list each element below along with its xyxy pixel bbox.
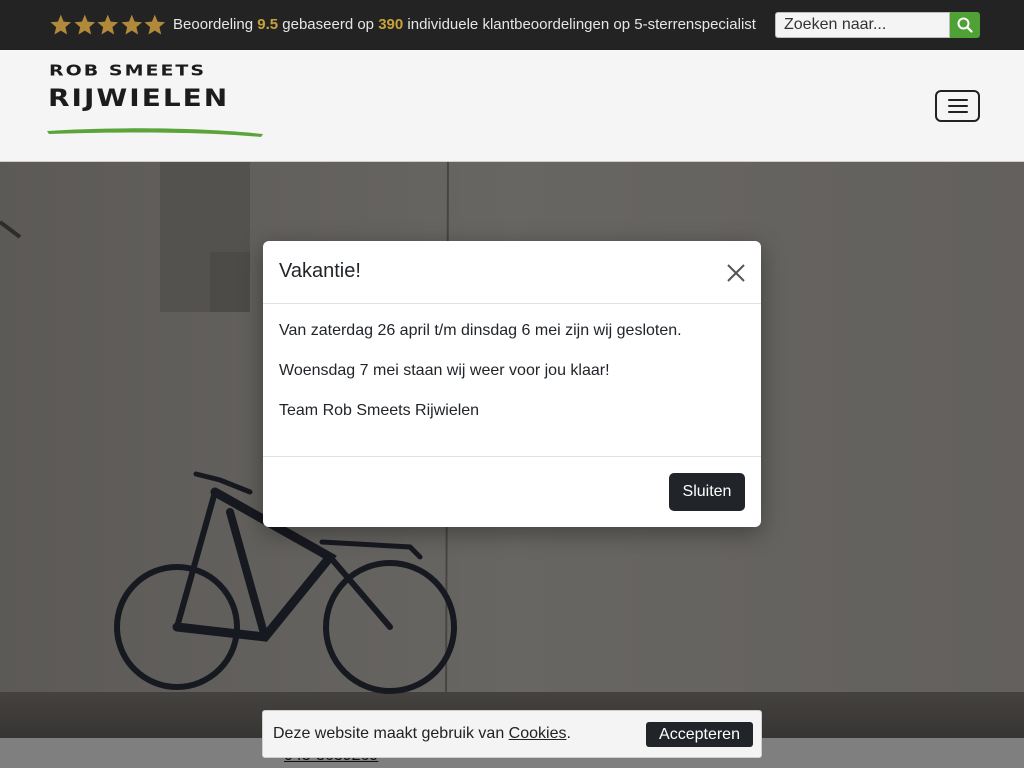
search-button[interactable]: [950, 12, 980, 38]
review-count: 390: [378, 16, 404, 33]
accept-cookies-button[interactable]: Accepteren: [646, 722, 753, 747]
star-icon: [144, 14, 166, 35]
logo-line2: RIJWIELEN: [48, 84, 230, 113]
search-icon: [957, 17, 973, 33]
logo-line1: ROB SMEETS: [49, 62, 207, 80]
rating-suffix: individuele klantbeoordelingen op 5-ster…: [407, 16, 756, 33]
modal-paragraph-reopen: Woensdag 7 mei staan wij weer voor jou k…: [279, 362, 610, 379]
site-logo[interactable]: ROB SMEETS RIJWIELEN: [47, 62, 267, 142]
search-form: [775, 12, 980, 38]
cookie-text-before: Deze website maakt gebruik van: [273, 725, 509, 742]
modal-title: Vakantie!: [279, 260, 361, 282]
logo-swoosh: [47, 128, 263, 137]
modal-close-button[interactable]: [725, 262, 747, 284]
hamburger-menu-icon: [947, 99, 968, 113]
search-input[interactable]: [775, 12, 950, 38]
top-bar: Beoordeling 9.5 gebaseerd op 390 individ…: [0, 0, 1024, 50]
star-icon: [74, 14, 95, 35]
star-icon: [97, 14, 119, 35]
rating-text: Beoordeling 9.5 gebaseerd op 390 individ…: [173, 16, 756, 33]
rating-score: 9.5: [257, 16, 279, 33]
modal-header: Vakantie!: [263, 241, 761, 304]
star-icon: [121, 14, 142, 35]
vacation-modal: Vakantie! Van zaterdag 26 april t/m dins…: [263, 241, 761, 527]
rating-prefix: Beoordeling: [173, 16, 254, 33]
cookie-text: Deze website maakt gebruik van Cookies.: [273, 725, 571, 743]
sluiten-button[interactable]: Sluiten: [669, 473, 745, 511]
cookie-text-after: .: [566, 725, 571, 742]
cookie-banner: Deze website maakt gebruik van Cookies. …: [262, 710, 762, 758]
rating-middle: gebaseerd op: [282, 16, 375, 33]
rating-stars: [49, 13, 167, 37]
modal-paragraph-closed: Van zaterdag 26 april t/m dinsdag 6 mei …: [279, 322, 682, 339]
modal-paragraph-signature: Team Rob Smeets Rijwielen: [279, 402, 480, 419]
star-icon: [50, 14, 72, 35]
menu-toggle-button[interactable]: [935, 90, 980, 122]
close-icon: [727, 264, 745, 282]
site-header: ROB SMEETS RIJWIELEN: [0, 50, 1024, 162]
cookies-link[interactable]: Cookies: [509, 725, 567, 742]
modal-footer: Sluiten: [263, 456, 761, 528]
